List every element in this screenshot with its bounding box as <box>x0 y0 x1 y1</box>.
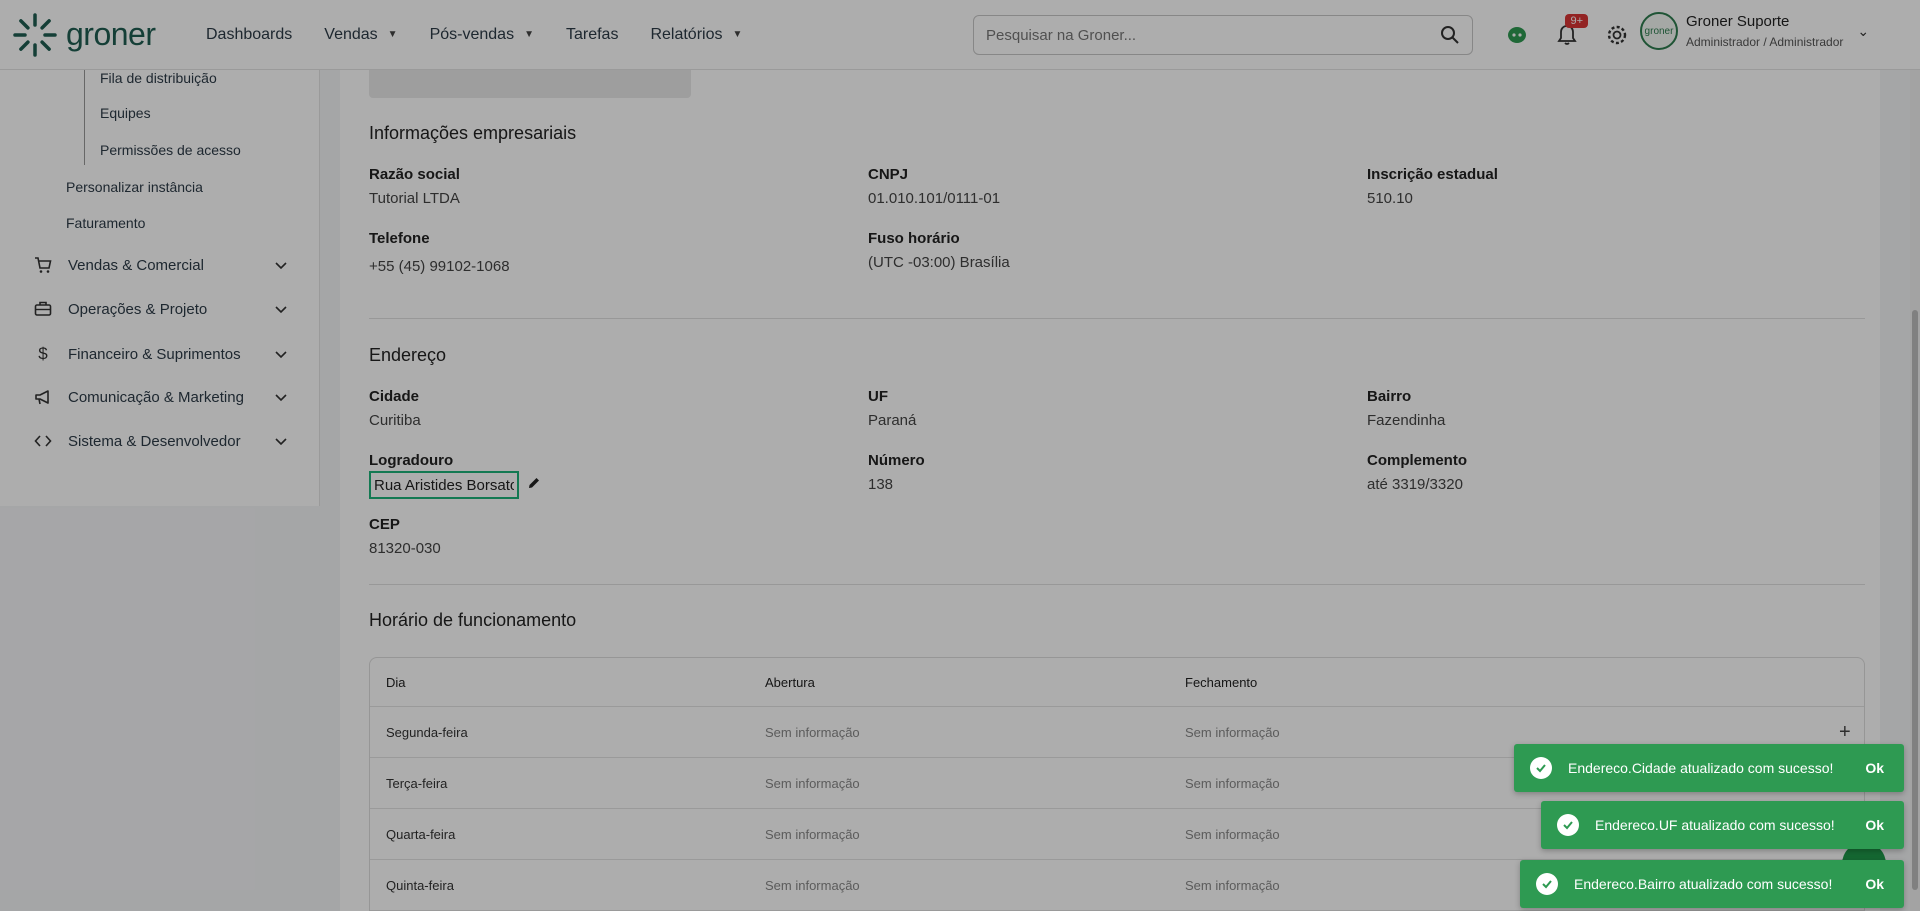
check-circle-icon <box>1557 814 1579 836</box>
toast-notification: Endereco.Cidade atualizado com sucesso! … <box>1514 744 1904 792</box>
toast-message: Endereco.Bairro atualizado com sucesso! <box>1574 876 1833 892</box>
toast-ok-button[interactable]: Ok <box>1865 876 1884 892</box>
toast-message: Endereco.UF atualizado com sucesso! <box>1595 817 1835 833</box>
check-circle-icon <box>1536 873 1558 895</box>
toast-ok-button[interactable]: Ok <box>1865 817 1884 833</box>
toast-ok-button[interactable]: Ok <box>1865 760 1884 776</box>
check-circle-icon <box>1530 757 1552 779</box>
toast-message: Endereco.Cidade atualizado com sucesso! <box>1568 760 1834 776</box>
toast-notification: Endereco.Bairro atualizado com sucesso! … <box>1520 860 1904 908</box>
toast-notification: Endereco.UF atualizado com sucesso! Ok <box>1541 801 1904 849</box>
